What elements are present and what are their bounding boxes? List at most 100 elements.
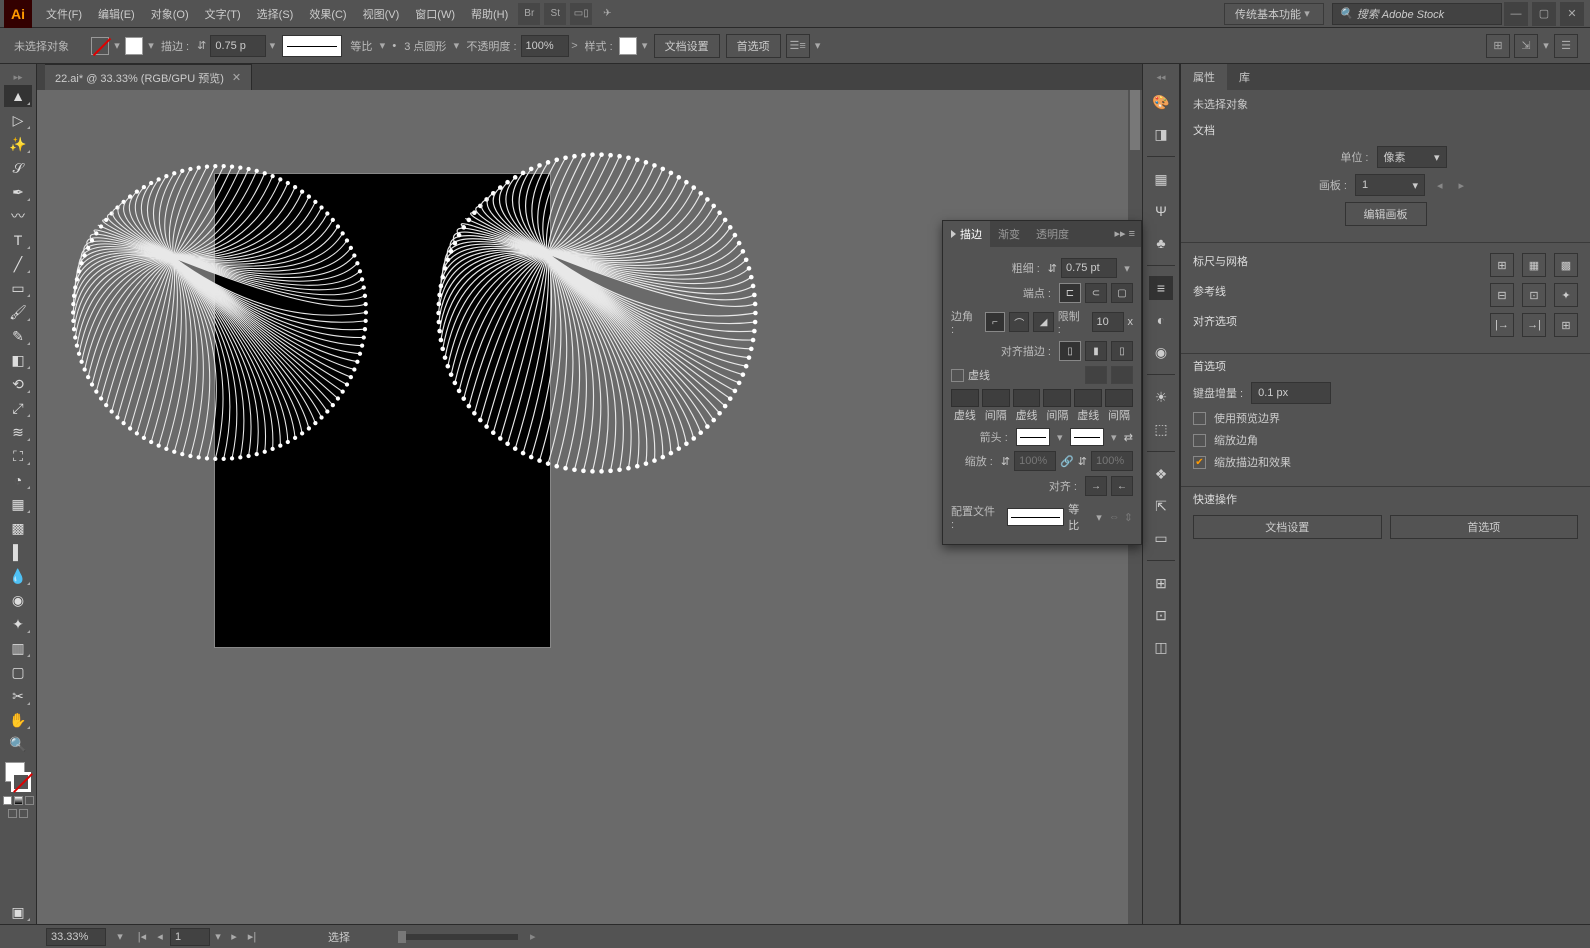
graphic-styles-icon[interactable]: ⬚ [1149,417,1173,441]
dash2[interactable] [1013,389,1041,407]
minimize-button[interactable]: — [1504,2,1528,26]
menu-view[interactable]: 视图(V) [355,0,408,28]
magic-wand-tool[interactable]: ✨ [4,133,32,155]
guides-lock-icon[interactable]: ⊡ [1522,283,1546,307]
menu-file[interactable]: 文件(F) [38,0,90,28]
shaper-tool[interactable]: ✎ [4,325,32,347]
join-round[interactable]: ⌒ [1009,312,1029,332]
align-outside[interactable]: ▯ [1111,341,1133,361]
mesh-tool[interactable]: ▩ [4,517,32,539]
arrange-icon[interactable]: ▭▯ [570,3,592,25]
cb-scale-strokes[interactable]: ✔ [1193,456,1206,469]
scale-tool[interactable]: ⤢ [4,397,32,419]
artboard-num[interactable]: 1 [170,928,210,946]
graph-tool[interactable]: ▥ [4,637,32,659]
join-miter[interactable]: ⌐ [985,312,1005,332]
color-modes[interactable] [3,796,34,805]
eraser-tool[interactable]: ◧ [4,349,32,371]
doc-setup-button[interactable]: 文档设置 [654,34,720,58]
zoom-input[interactable]: 33.33% [46,928,106,946]
cap-round[interactable]: ⊂ [1085,283,1107,303]
brush-tool[interactable]: 🖌 [4,301,32,323]
prev-ab[interactable]: ◂ [152,929,168,945]
cb-scale-corners[interactable] [1193,434,1206,447]
stroke-swatch[interactable] [125,37,143,55]
direct-select-tool[interactable]: ▷ [4,109,32,131]
menu-window[interactable]: 窗口(W) [407,0,463,28]
selection-tool[interactable]: ▲ [4,85,32,107]
smart-guides-icon[interactable]: ✦ [1554,283,1578,307]
cap-square[interactable]: ▢ [1111,283,1133,303]
transform-icon[interactable]: ⇲ [1514,34,1538,58]
opacity-input[interactable]: 100% [521,35,569,57]
gpu-icon[interactable]: ✈ [596,3,618,25]
rectangle-tool[interactable]: ▭ [4,277,32,299]
stroke-preview[interactable] [282,35,342,57]
screen-mode-tool[interactable]: ▣ [4,901,32,923]
color-guide-icon[interactable]: ◨ [1149,122,1173,146]
menu-type[interactable]: 文字(T) [197,0,249,28]
artboards-icon[interactable]: ▭ [1149,526,1173,550]
menu-object[interactable]: 对象(O) [143,0,197,28]
tab-transparency[interactable]: 透明度 [1028,221,1077,247]
symbol-spray-tool[interactable]: ✦ [4,613,32,635]
maximize-button[interactable]: ▢ [1532,2,1556,26]
guides-show-icon[interactable]: ⊟ [1490,283,1514,307]
bridge-icon[interactable]: Br [518,3,540,25]
prev-artboard[interactable]: ◂ [1433,179,1447,192]
menu-select[interactable]: 选择(S) [249,0,302,28]
dash-align2[interactable] [1111,366,1133,384]
flip-v-icon[interactable]: ⇕ [1124,511,1133,524]
blend-tool[interactable]: ◉ [4,589,32,611]
list-icon[interactable]: ☰ [1554,34,1578,58]
gap3[interactable] [1105,389,1133,407]
first-ab[interactable]: |◂ [134,929,150,945]
next-ab[interactable]: ▸ [226,929,242,945]
artboard-tool[interactable]: ▢ [4,661,32,683]
next-artboard[interactable]: ▸ [1455,179,1469,192]
join-bevel[interactable]: ◢ [1033,312,1053,332]
grid-icon[interactable]: ▦ [1522,253,1546,277]
gap2[interactable] [1043,389,1071,407]
brushes-icon[interactable]: Ψ [1149,199,1173,223]
tab-libraries[interactable]: 库 [1227,64,1262,90]
edit-artboards-button[interactable]: 编辑画板 [1345,202,1427,226]
dashed-checkbox[interactable] [951,369,964,382]
snap-grid-icon[interactable]: ⊞ [1554,313,1578,337]
tab-gradient[interactable]: 渐变 [990,221,1028,247]
style-swatch[interactable] [619,37,637,55]
close-button[interactable]: ✕ [1560,2,1584,26]
brush-label[interactable]: 3 点圆形 [404,38,446,54]
workspace-switcher[interactable]: 传统基本功能▾ [1224,3,1324,25]
transform-dock-icon[interactable]: ⊡ [1149,603,1173,627]
pathfinder-icon[interactable]: ◫ [1149,635,1173,659]
snap-point-icon[interactable]: →| [1522,313,1546,337]
free-transform-tool[interactable]: ⛶ [4,445,32,467]
slice-tool[interactable]: ✂ [4,685,32,707]
screen-modes[interactable] [8,809,28,818]
collapse-dock-icon[interactable]: ◂◂ [1149,72,1173,82]
qa-doc-setup[interactable]: 文档设置 [1193,515,1382,539]
rotate-tool[interactable]: ⟲ [4,373,32,395]
pen-tool[interactable]: ✒ [4,181,32,203]
stroke-dd[interactable]: ▾ [145,37,157,55]
weight-input[interactable]: 0.75 pt [1061,258,1117,278]
fill-swatch-none[interactable] [91,37,109,55]
status-scrollbar[interactable] [398,934,518,940]
stroke-weight-input[interactable]: 0.75 p [210,35,266,57]
transparency-grid-icon[interactable]: ▩ [1554,253,1578,277]
symbols-icon[interactable]: ♣ [1149,231,1173,255]
snap-pixel-icon[interactable]: |→ [1490,313,1514,337]
search-stock[interactable]: 🔍搜索 Adobe Stock [1332,3,1502,25]
unit-select[interactable]: 像素▾ [1377,146,1447,168]
asset-export-icon[interactable]: ⇱ [1149,494,1173,518]
profile-select[interactable] [1007,508,1064,526]
stock-icon[interactable]: St [544,3,566,25]
zoom-tool[interactable]: 🔍 [4,733,32,755]
ruler-icon[interactable]: ⊞ [1490,253,1514,277]
line-tool[interactable]: ╱ [4,253,32,275]
arrow-start[interactable] [1016,428,1050,446]
key-increment-input[interactable]: 0.1 px [1251,382,1331,404]
menu-effect[interactable]: 效果(C) [301,0,354,28]
align-icon[interactable]: ⊞ [1486,34,1510,58]
